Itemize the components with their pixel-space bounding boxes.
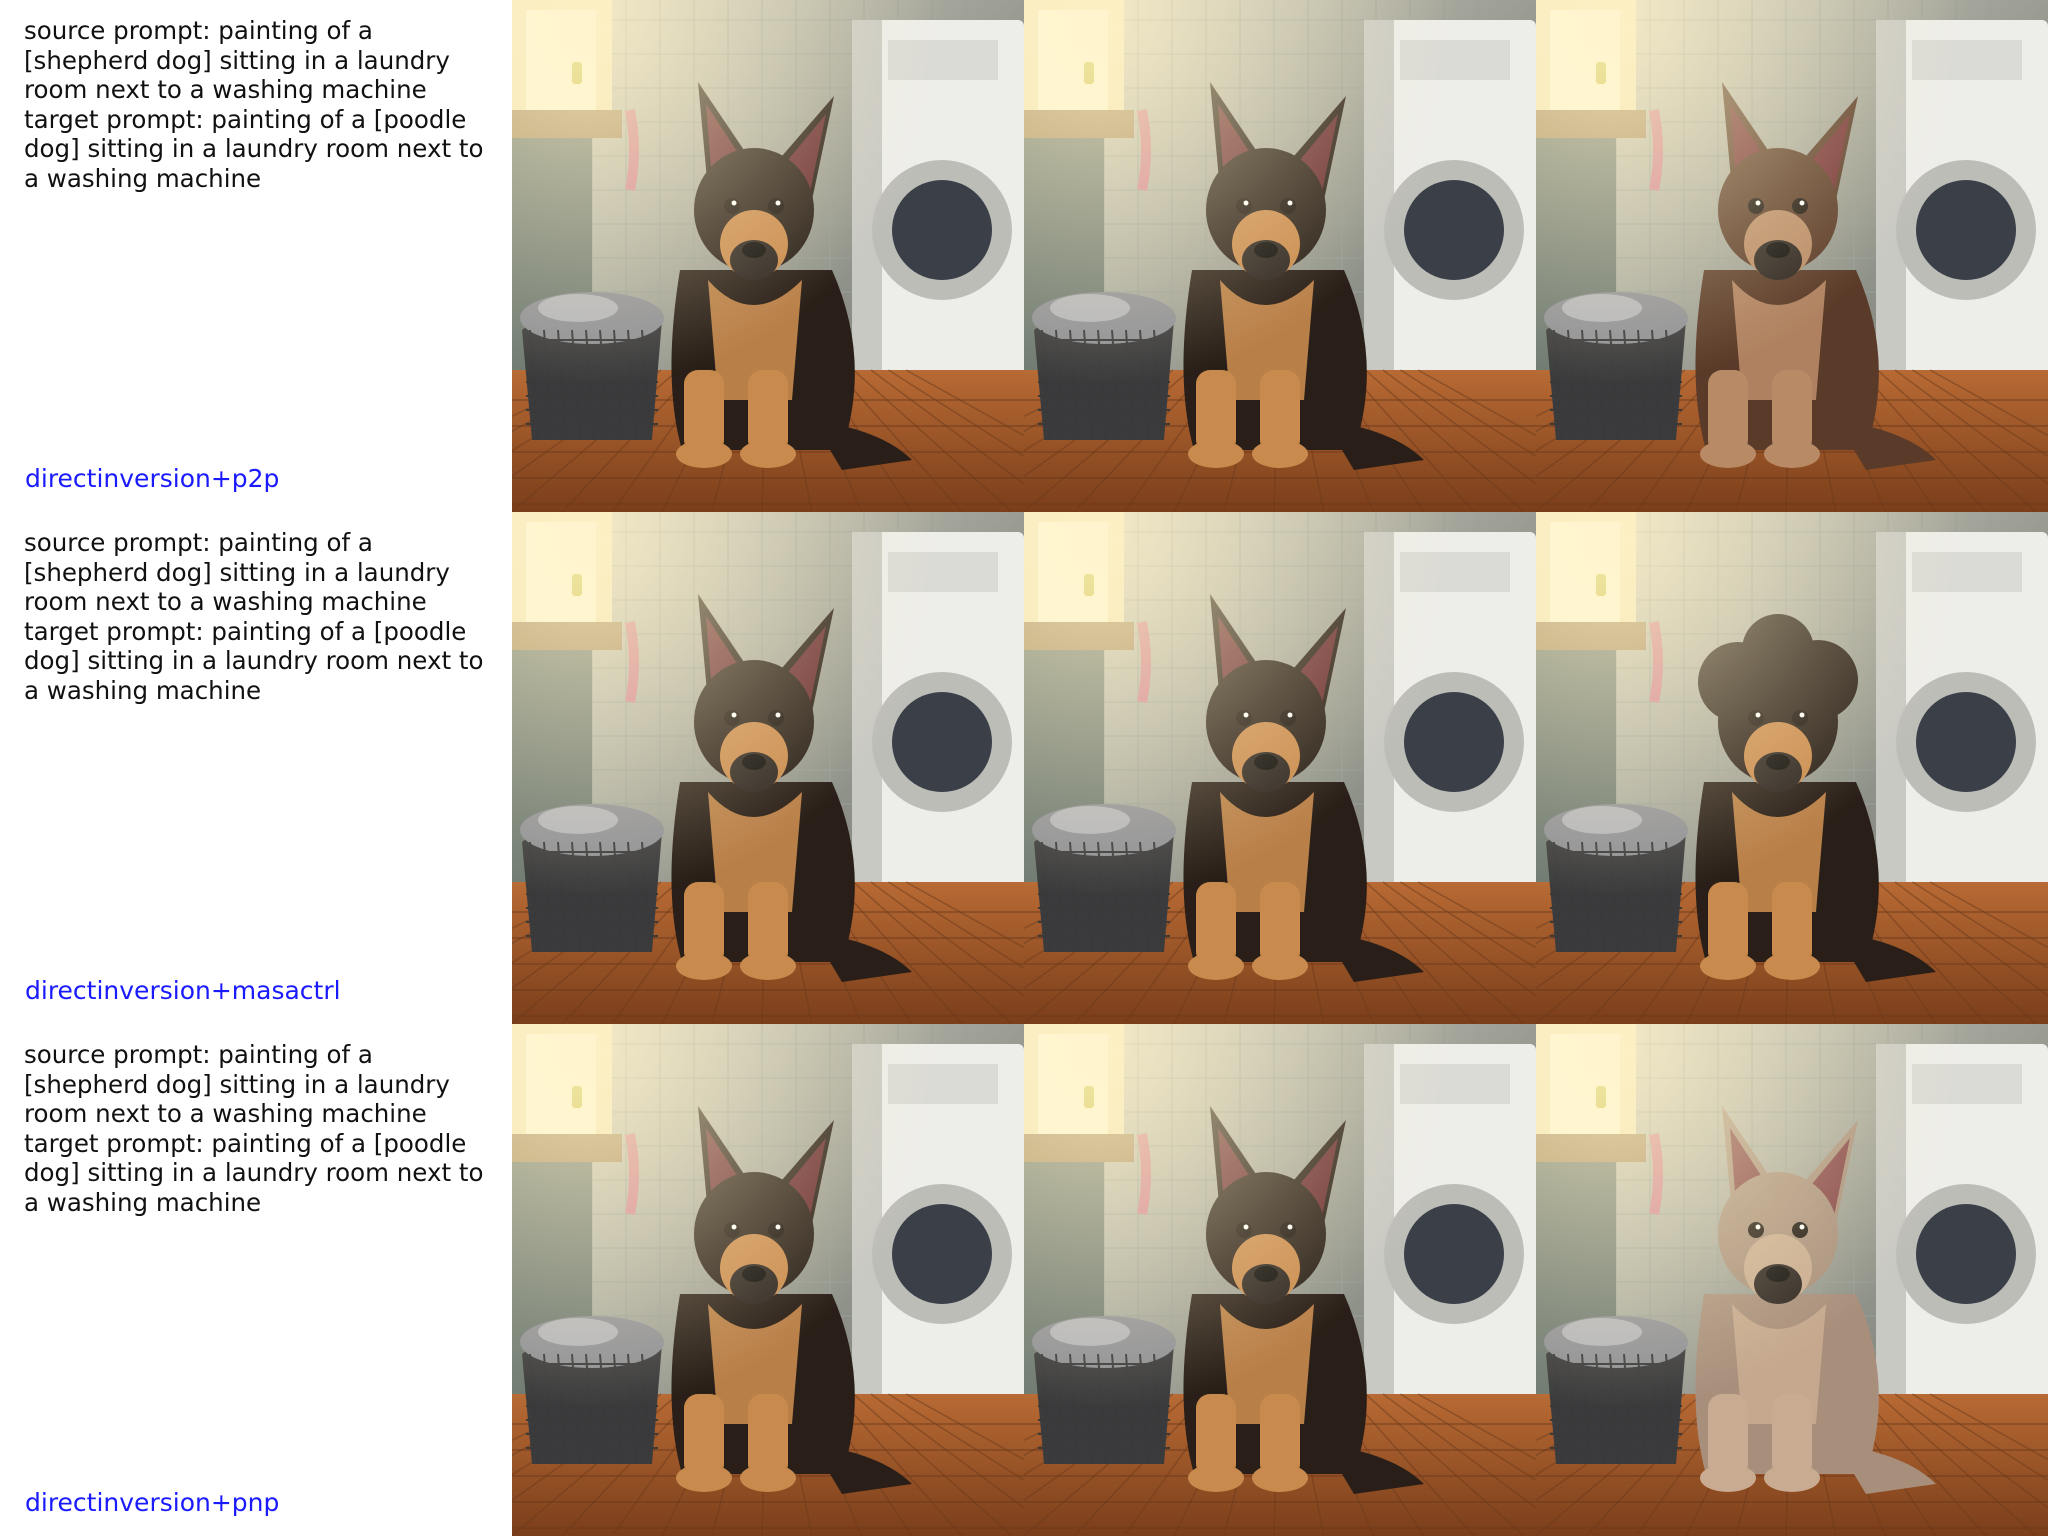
prompt-line: target prompt: painting of a [poodle	[24, 104, 467, 134]
reconstructed-image	[1024, 1024, 1536, 1536]
reconstructed-image	[1024, 0, 1536, 512]
prompt-line: target prompt: painting of a [poodle	[24, 1128, 467, 1158]
source-image	[512, 512, 1024, 1024]
reconstructed-image	[1024, 512, 1536, 1024]
prompt-line: a washing machine	[24, 1187, 262, 1217]
caption-column: source prompt: painting of a [shepherd d…	[0, 512, 512, 1024]
source-image	[512, 1024, 1024, 1536]
method-label: directinversion+masactrl	[25, 976, 341, 1005]
comparison-row: source prompt: painting of a [shepherd d…	[0, 0, 2048, 512]
prompt-line: dog] sitting in a laundry room next to	[24, 1158, 484, 1188]
comparison-grid: source prompt: painting of a [shepherd d…	[0, 0, 2048, 1536]
edited-image	[1536, 512, 2048, 1024]
method-label: directinversion+p2p	[25, 464, 280, 493]
comparison-row: source prompt: painting of a [shepherd d…	[0, 1024, 2048, 1536]
prompt-line: [shepherd dog] sitting in a laundry	[24, 1069, 450, 1099]
prompt-line: a washing machine	[24, 163, 262, 193]
edited-image	[1536, 0, 2048, 512]
prompt-line: [shepherd dog] sitting in a laundry	[24, 45, 450, 75]
prompt-text: source prompt: painting of a [shepherd d…	[24, 1040, 502, 1218]
prompt-line: dog] sitting in a laundry room next to	[24, 134, 484, 164]
prompt-text: source prompt: painting of a [shepherd d…	[24, 16, 502, 194]
prompt-line: room next to a washing machine	[24, 587, 427, 617]
edited-image	[1536, 1024, 2048, 1536]
prompt-line: room next to a washing machine	[24, 75, 427, 105]
prompt-line: source prompt: painting of a	[24, 16, 373, 45]
caption-column: source prompt: painting of a [shepherd d…	[0, 0, 512, 512]
prompt-text: source prompt: painting of a [shepherd d…	[24, 528, 502, 706]
prompt-line: target prompt: painting of a [poodle	[24, 616, 467, 646]
method-label: directinversion+pnp	[25, 1488, 280, 1517]
prompt-line: room next to a washing machine	[24, 1099, 427, 1129]
prompt-line: [shepherd dog] sitting in a laundry	[24, 557, 450, 587]
source-image	[512, 0, 1024, 512]
prompt-line: source prompt: painting of a	[24, 1040, 373, 1069]
prompt-line: source prompt: painting of a	[24, 528, 373, 557]
comparison-row: source prompt: painting of a [shepherd d…	[0, 512, 2048, 1024]
caption-column: source prompt: painting of a [shepherd d…	[0, 1024, 512, 1536]
prompt-line: dog] sitting in a laundry room next to	[24, 646, 484, 676]
prompt-line: a washing machine	[24, 675, 262, 705]
